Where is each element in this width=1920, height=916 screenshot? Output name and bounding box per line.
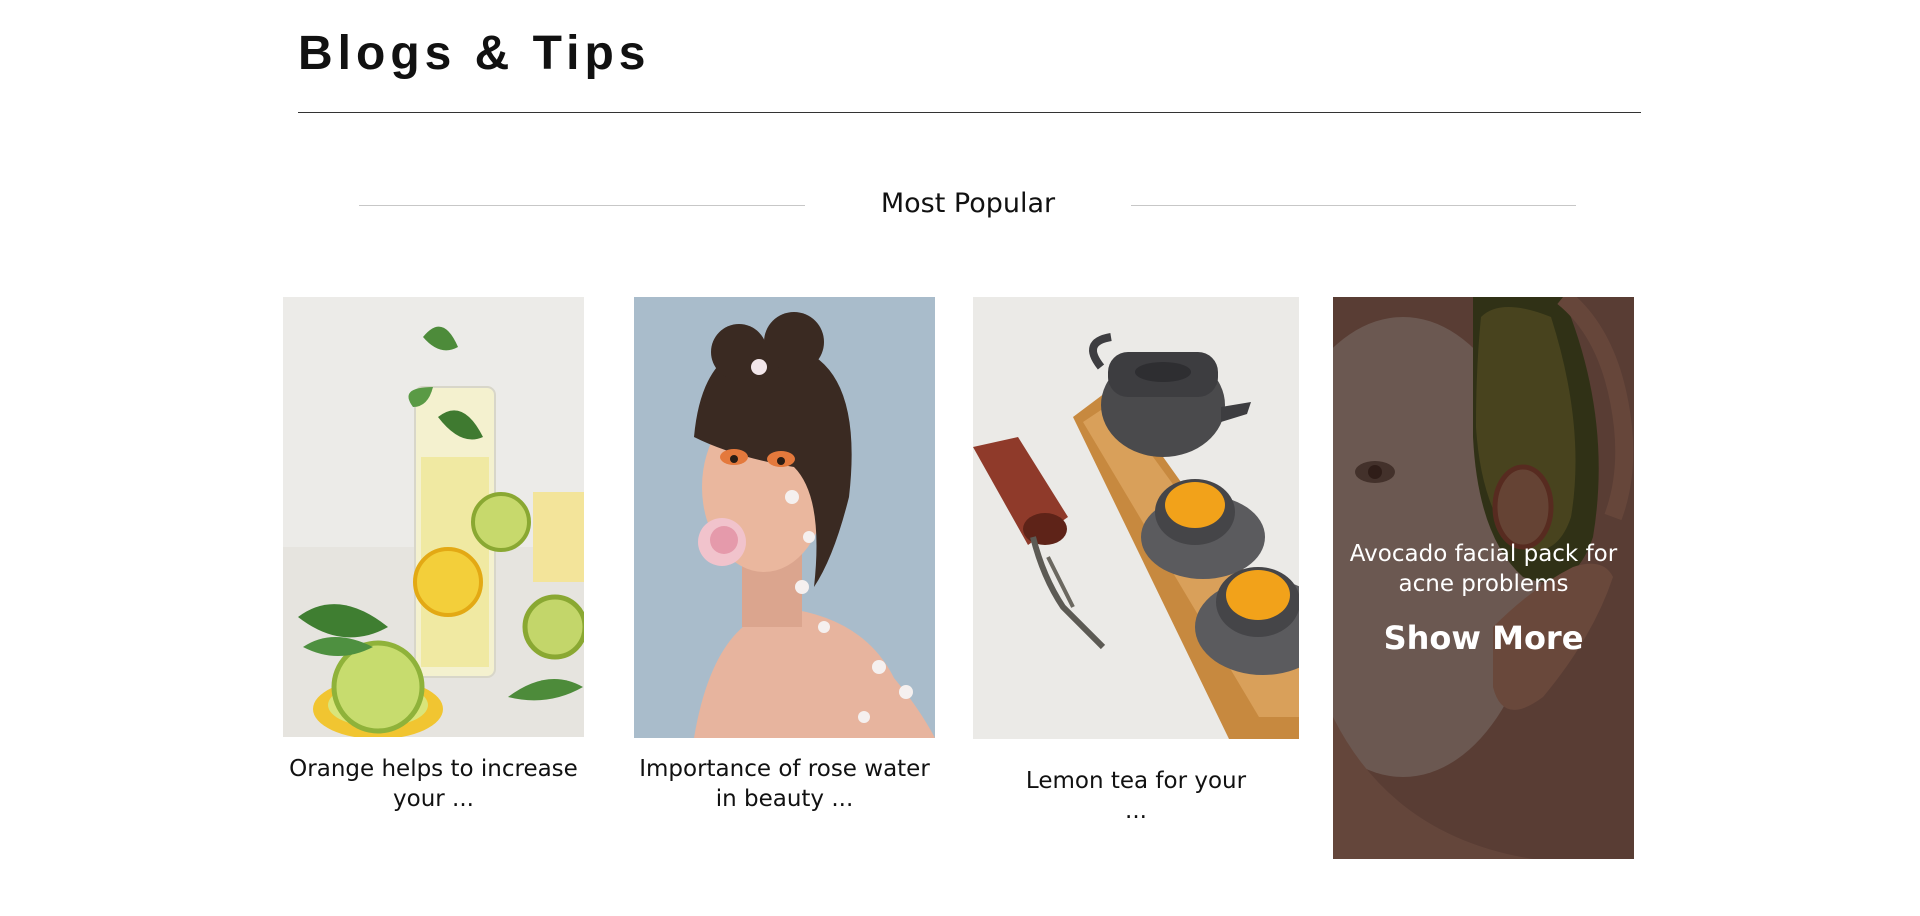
featured-title: Avocado facial pack for acne problems <box>1343 540 1624 600</box>
featured-title-line-1: Avocado facial pack for <box>1349 541 1618 567</box>
section-divider-left <box>359 205 805 206</box>
page-title: Blogs & Tips <box>298 27 651 80</box>
caption-line-1: Importance of rose water <box>639 756 930 782</box>
title-divider <box>298 112 1641 113</box>
blog-card-caption: Orange helps to increase your ... <box>283 755 584 815</box>
caption-line-1: Lemon tea for your <box>1025 768 1247 794</box>
section-heading: Most Popular <box>880 188 1056 219</box>
blog-card-caption: Lemon tea for your ... <box>973 767 1299 827</box>
featured-title-line-2: acne problems <box>1398 570 1569 597</box>
lemon-tea-image[interactable] <box>973 297 1299 739</box>
caption-line-2: ... <box>1125 797 1147 824</box>
caption-line-2: in beauty ... <box>715 785 854 812</box>
show-more-button[interactable]: Show More <box>1353 619 1614 657</box>
featured-blog-card-avocado[interactable]: Avocado facial pack for acne problems Sh… <box>1333 297 1634 859</box>
caption-line-1: Orange helps to increase <box>289 756 578 782</box>
section-divider-right <box>1131 205 1576 206</box>
lemonade-image[interactable] <box>283 297 584 737</box>
blog-card-caption: Importance of rose water in beauty ... <box>634 755 935 815</box>
rose-water-image[interactable] <box>634 297 935 738</box>
caption-line-2: your ... <box>393 785 474 812</box>
